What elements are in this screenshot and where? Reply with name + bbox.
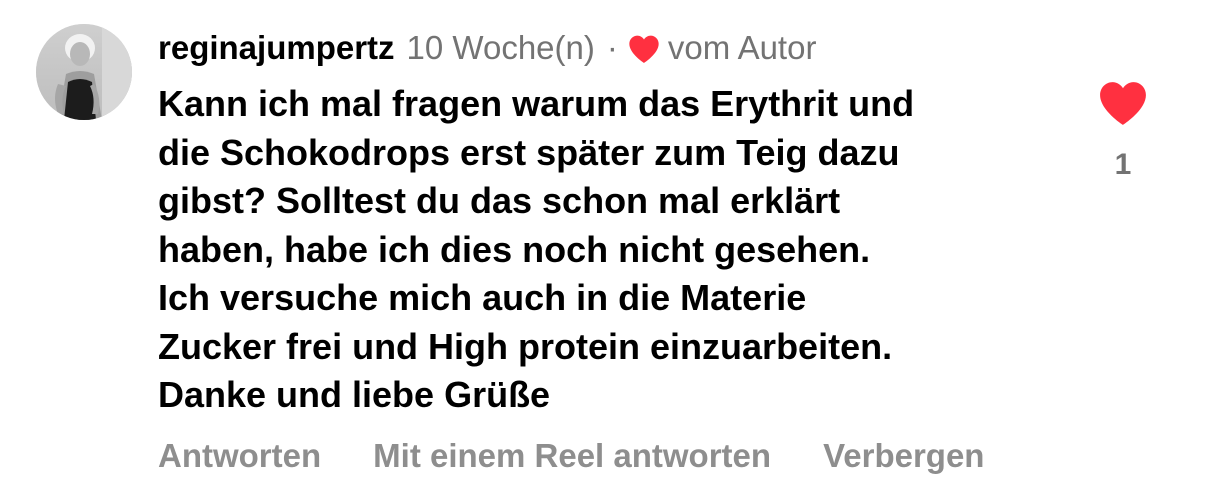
avatar[interactable] <box>36 24 132 120</box>
comment-line: Zucker frei und High protein einzuarbeit… <box>158 325 893 367</box>
reply-button[interactable]: Antworten <box>158 437 321 475</box>
hide-button[interactable]: Verbergen <box>823 437 984 475</box>
like-button[interactable] <box>1098 80 1148 126</box>
timestamp: 10 Woche(n) <box>406 29 595 66</box>
separator-dot: · <box>606 29 618 66</box>
comment: reginajumpertz 10 Woche(n) · vom Autor K… <box>0 0 1206 487</box>
heart-icon <box>1100 82 1146 125</box>
comment-line: Ich versuche mich auch in die Materie <box>158 277 807 318</box>
avatar-image <box>36 24 132 120</box>
comment-text: Kann ich mal fragen warum das Erythrit u… <box>158 80 1058 420</box>
like-area: 1 <box>1092 80 1154 182</box>
comment-line: Danke und liebe Grüße <box>158 374 551 415</box>
username[interactable]: reginajumpertz <box>158 29 395 67</box>
comment-actions: Antworten Mit einem Reel antworten Verbe… <box>158 434 984 478</box>
like-count[interactable]: 1 <box>1092 148 1154 182</box>
author-liked-label: vom Autor <box>667 29 817 66</box>
heart-icon <box>629 35 659 63</box>
comment-header: reginajumpertz 10 Woche(n) · vom Autor <box>158 26 816 70</box>
comment-line: gibst? Solltest du das schon mal erklärt <box>158 180 841 221</box>
comment-line: die Schokodrops erst später zum Teig daz… <box>158 131 900 173</box>
comment-line: haben, habe ich dies noch nicht gesehen. <box>158 228 871 270</box>
comment-line: Kann ich mal fragen warum das Erythrit u… <box>158 83 915 124</box>
reply-with-reel-button[interactable]: Mit einem Reel antworten <box>373 437 771 475</box>
